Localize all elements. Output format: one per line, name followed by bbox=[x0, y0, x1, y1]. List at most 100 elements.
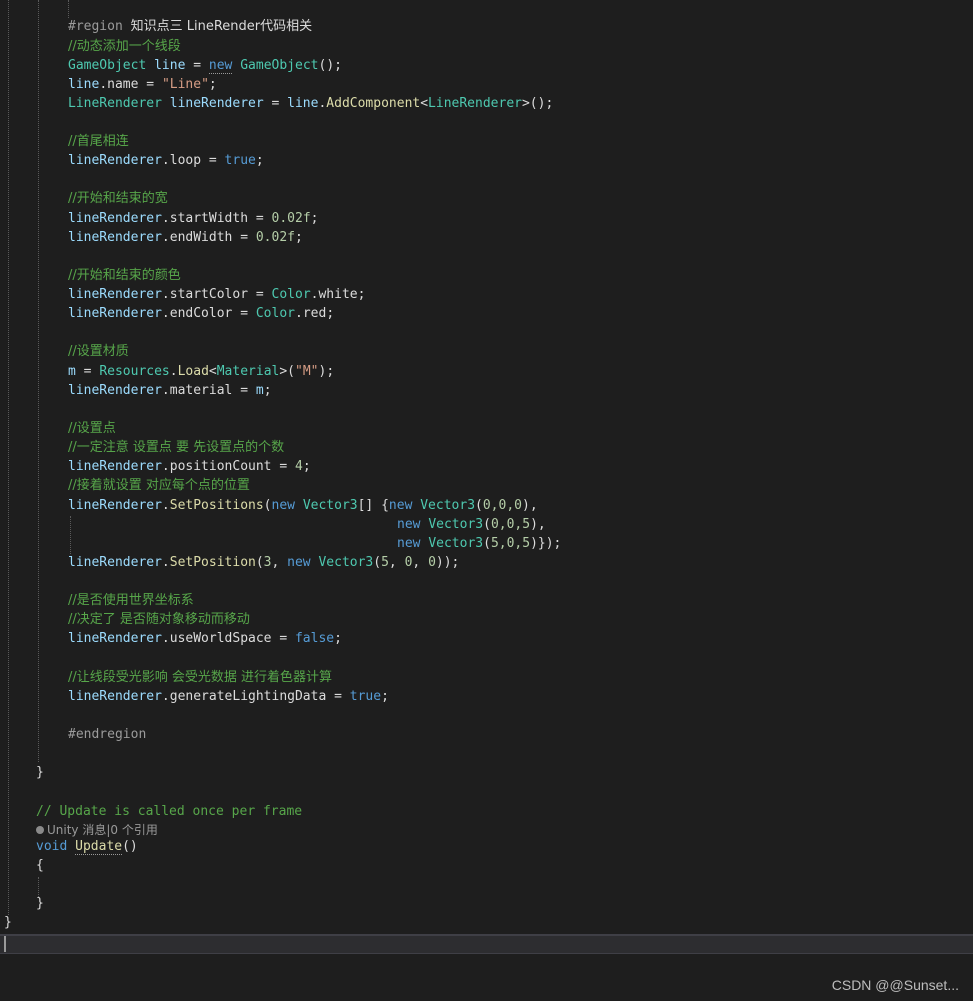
variable: line bbox=[287, 96, 319, 111]
code-line[interactable]: lineRenderer.startWidth = 0.02f; bbox=[68, 209, 318, 228]
keyword: new bbox=[397, 536, 421, 551]
variable: lineRenderer bbox=[68, 153, 162, 168]
comment: //首尾相连 bbox=[68, 134, 129, 149]
code-line-method-signature[interactable]: void Update() bbox=[36, 837, 138, 856]
code-line-comment[interactable]: // Update is called once per frame bbox=[36, 802, 302, 821]
keyword: true bbox=[349, 689, 382, 704]
endregion-keyword: #endregion bbox=[68, 727, 147, 742]
code-line-comment[interactable]: //首尾相连 bbox=[68, 132, 129, 151]
type-name: Vector3 bbox=[428, 517, 484, 532]
code-line-brace[interactable]: } bbox=[4, 913, 12, 932]
code-line-brace[interactable]: { bbox=[36, 856, 44, 875]
method: AddComponent bbox=[326, 96, 421, 111]
code-line-region[interactable]: #region 知识点三 LineRender代码相关 bbox=[68, 17, 312, 36]
code-line-endregion[interactable]: #endregion bbox=[68, 725, 146, 744]
code-line-comment[interactable]: //让线段受光影响 会受光数据 进行着色器计算 bbox=[68, 668, 332, 687]
comment: //开始和结束的宽 bbox=[68, 191, 168, 206]
keyword: void bbox=[36, 839, 68, 854]
number-literal: 5,0,5 bbox=[490, 536, 531, 551]
code-line[interactable]: m = Resources.Load<Material>("M"); bbox=[68, 362, 334, 381]
code-line-comment[interactable]: //设置点 bbox=[68, 419, 116, 438]
keyword: false bbox=[294, 631, 335, 646]
indent-guide-region bbox=[68, 0, 69, 18]
region-title: 知识点三 LineRender代码相关 bbox=[130, 19, 313, 34]
type-name: Vector3 bbox=[318, 555, 374, 570]
indent-guide-method bbox=[38, 0, 39, 762]
code-line[interactable]: lineRenderer.SetPositions(new Vector3[] … bbox=[68, 496, 538, 515]
number-literal: 4 bbox=[294, 459, 303, 474]
code-line-brace[interactable]: } bbox=[36, 894, 44, 913]
code-line-comment[interactable]: //动态添加一个线段 bbox=[68, 37, 181, 56]
code-line[interactable]: new Vector3(5,0,5)}); bbox=[397, 534, 561, 553]
code-line-comment[interactable]: //是否使用世界坐标系 bbox=[68, 591, 194, 610]
variable: line bbox=[154, 58, 186, 73]
code-line[interactable]: line.name = "Line"; bbox=[68, 75, 217, 94]
string-literal: "Line" bbox=[161, 77, 209, 92]
keyword: true bbox=[224, 153, 256, 168]
code-line[interactable]: lineRenderer.material = m; bbox=[68, 381, 272, 400]
variable: lineRenderer bbox=[68, 306, 162, 321]
comment: //让线段受光影响 会受光数据 进行着色器计算 bbox=[68, 670, 333, 685]
type-name: GameObject bbox=[240, 58, 319, 73]
property: useWorldSpace bbox=[169, 631, 272, 646]
closing-brace: } bbox=[36, 765, 44, 780]
code-line[interactable]: lineRenderer.endColor = Color.red; bbox=[68, 304, 334, 323]
code-line[interactable]: lineRenderer.loop = true; bbox=[68, 151, 264, 170]
type-name: Vector3 bbox=[420, 498, 476, 513]
code-line-comment[interactable]: //开始和结束的颜色 bbox=[68, 266, 181, 285]
variable: lineRenderer bbox=[68, 631, 162, 646]
number-literal: 5 bbox=[381, 555, 389, 570]
code-line-brace[interactable]: } bbox=[36, 763, 44, 782]
comment: //决定了 是否随对象移动而移动 bbox=[68, 612, 250, 627]
property: endWidth bbox=[169, 230, 233, 245]
number-literal: 0.02f bbox=[255, 230, 295, 245]
code-line-comment[interactable]: //设置材质 bbox=[68, 342, 129, 361]
code-line[interactable]: lineRenderer.SetPosition(3, new Vector3(… bbox=[68, 553, 459, 572]
type-name: GameObject bbox=[68, 58, 147, 73]
variable: lineRenderer bbox=[169, 96, 264, 111]
horizontal-scrollbar[interactable] bbox=[0, 934, 973, 954]
type-name: Vector3 bbox=[428, 536, 484, 551]
code-line-comment[interactable]: //决定了 是否随对象移动而移动 bbox=[68, 610, 250, 629]
property: positionCount bbox=[169, 459, 272, 474]
comment: //是否使用世界坐标系 bbox=[68, 593, 194, 608]
code-line[interactable]: lineRenderer.generateLightingData = true… bbox=[68, 687, 389, 706]
keyword: new bbox=[271, 498, 295, 513]
code-line-comment[interactable]: //开始和结束的宽 bbox=[68, 189, 168, 208]
code-line[interactable]: lineRenderer.positionCount = 4; bbox=[68, 457, 311, 476]
type-name: LineRenderer bbox=[68, 96, 162, 111]
variable: lineRenderer bbox=[68, 555, 162, 570]
comment: //动态添加一个线段 bbox=[68, 39, 181, 54]
scrollbar-caret bbox=[4, 936, 6, 952]
variable: lineRenderer bbox=[68, 383, 162, 398]
code-line-comment[interactable]: //接着就设置 对应每个点的位置 bbox=[68, 476, 250, 495]
comment: //开始和结束的颜色 bbox=[68, 268, 181, 283]
type-name: Resources bbox=[99, 364, 170, 379]
code-line[interactable]: GameObject line = new GameObject(); bbox=[68, 56, 342, 75]
code-editor[interactable]: #region 知识点三 LineRender代码相关 //动态添加一个线段 G… bbox=[0, 0, 973, 934]
variable: lineRenderer bbox=[68, 211, 162, 226]
number-literal: 0,0,0 bbox=[482, 498, 522, 513]
type-name: Material bbox=[216, 364, 280, 379]
property: red bbox=[302, 306, 327, 321]
variable: lineRenderer bbox=[68, 230, 162, 245]
code-line[interactable]: new Vector3(0,0,5), bbox=[397, 515, 546, 534]
keyword: new bbox=[397, 517, 421, 532]
code-line[interactable]: lineRenderer.startColor = Color.white; bbox=[68, 285, 365, 304]
region-keyword: #region bbox=[68, 19, 123, 34]
code-line[interactable]: lineRenderer.endWidth = 0.02f; bbox=[68, 228, 303, 247]
property: white bbox=[318, 287, 358, 302]
watermark: CSDN @@Sunset... bbox=[831, 977, 959, 993]
string-literal: "M" bbox=[295, 364, 319, 379]
code-line-comment[interactable]: //一定注意 设置点 要 先设置点的个数 bbox=[68, 438, 284, 457]
number-literal: 3 bbox=[263, 555, 272, 570]
comment: //设置材质 bbox=[68, 344, 129, 359]
closing-brace: } bbox=[4, 915, 12, 930]
variable: lineRenderer bbox=[68, 498, 162, 513]
code-line[interactable]: lineRenderer.useWorldSpace = false; bbox=[68, 629, 342, 648]
comment: //一定注意 设置点 要 先设置点的个数 bbox=[68, 440, 285, 455]
code-line[interactable]: LineRenderer lineRenderer = line.AddComp… bbox=[68, 94, 553, 113]
type-name: Vector3 bbox=[302, 498, 358, 513]
type-name: Color bbox=[271, 287, 311, 302]
property: name bbox=[107, 77, 139, 92]
